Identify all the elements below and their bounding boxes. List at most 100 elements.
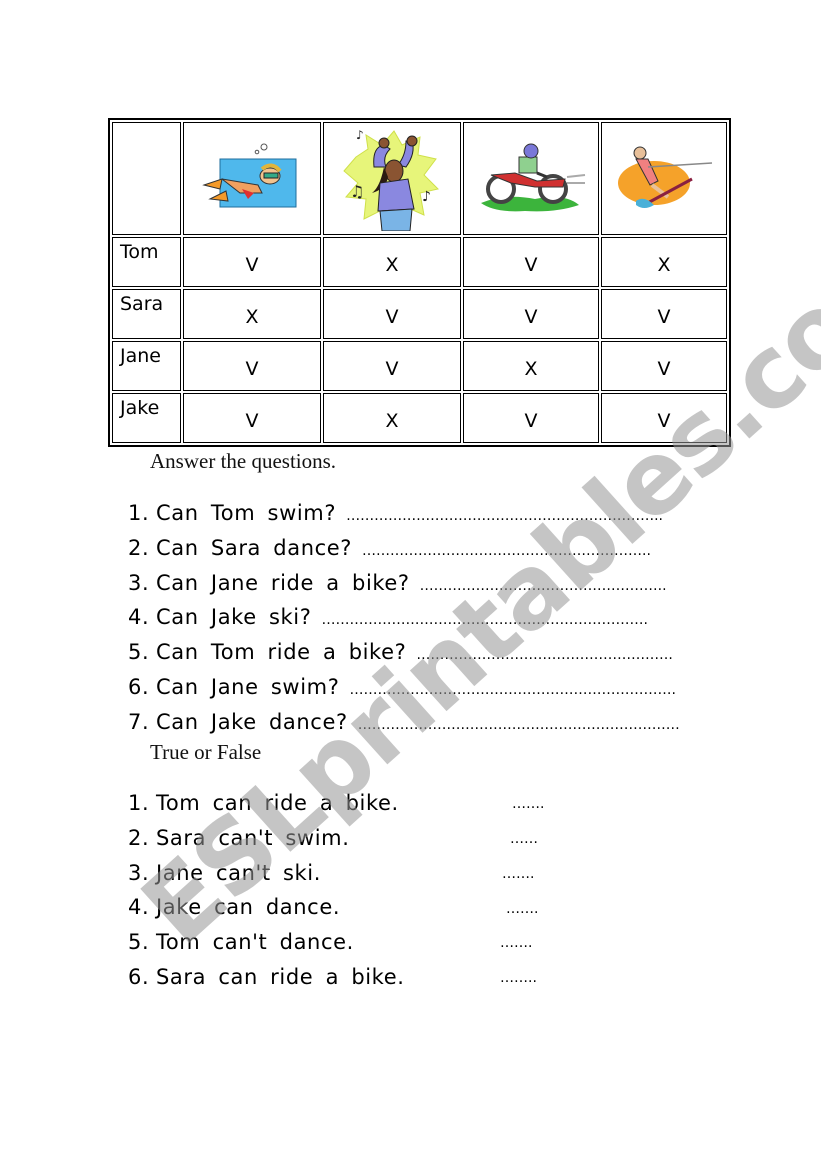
mark-cell: V [601,289,727,339]
true-false-title: True or False [150,740,262,764]
statement-text: Tom can't dance. [156,930,354,955]
table-row: Jake V X V V [112,393,727,443]
mark: V [657,306,671,328]
corner-cell [112,122,181,235]
mark: V [385,306,399,328]
mark: V [524,306,538,328]
mark: X [245,306,259,328]
question-number: 4. [128,605,150,630]
table-row: Jane V V X V [112,341,727,391]
row-name: Jake [112,393,181,443]
mark: V [524,410,538,432]
answer-blank[interactable]: ………………………………………………. [416,647,672,663]
mark: V [385,358,399,380]
table-row: Tom V X V X [112,237,727,287]
answer-blank[interactable]: ……………………………………………………………. [349,682,675,698]
tf-answer-blank[interactable]: ……. [506,901,538,917]
row-name: Jane [112,341,181,391]
question-text: Can Tom swim? [156,501,337,525]
mark-cell: X [323,237,461,287]
mark-cell: V [183,393,321,443]
statement-number: 4. [128,895,150,920]
statement-item: 6. Sara can ride a bike. [128,960,405,995]
table-row: Sara X V V V [112,289,727,339]
question-item: 3. Can Jane ride a bike? ……………………………………………… [128,566,680,601]
dancer-icon: ♪ ♫ ♪ [343,128,439,231]
question-item: 7. Can Jake dance? …………………………………………………………… [128,705,680,740]
tf-answer-blank[interactable]: ……. [512,796,544,812]
statement-number: 3. [128,860,150,885]
mark: V [245,410,259,432]
question-number: 7. [128,709,150,734]
mark: V [657,358,671,380]
statement-text: Sara can't swim. [156,825,350,850]
mark: X [524,358,538,380]
tf-answer-blank[interactable]: …… [510,831,538,847]
statement-text: Sara can ride a bike. [156,964,405,989]
mark: V [245,358,259,380]
question-text: Can Jake dance? [156,709,348,734]
questions-list: 1. Can Tom swim?………………………………………………………….. … [128,496,680,740]
statement-number: 1. [128,791,150,815]
statement-item: 1. Tom can ride a bike. [128,786,405,821]
header-dance: ♪ ♫ ♪ [323,122,461,235]
question-text: Can Sara dance? [156,535,353,560]
water-skier-icon [618,146,713,208]
mark: X [385,410,399,432]
question-item: 4. Can Jake ski? ……………………………………………………………. [128,600,680,635]
row-name: Sara [112,289,181,339]
statement-number: 6. [128,964,150,989]
swimmer-icon [202,143,297,208]
answer-blank[interactable]: …………………………………………………….. [362,543,651,559]
question-item: 5. Can Tom ride a bike? ………………………………………………… [128,635,680,670]
statement-item: 3. Jane can't ski. [128,856,405,891]
question-number: 2. [128,535,150,560]
header-swim [183,122,321,235]
mark-cell: V [463,393,599,443]
table-header-row: ♪ ♫ ♪ [112,122,727,235]
mark-cell: V [323,341,461,391]
question-number: 6. [128,674,150,699]
statement-item: 4. Jake can dance. [128,890,405,925]
question-text: Can Jane swim? [156,674,340,699]
svg-text:♪: ♪ [356,128,364,142]
mark-cell: V [601,341,727,391]
statement-text: Tom can ride a bike. [156,791,399,815]
svg-text:♫: ♫ [350,182,364,201]
question-text: Can Tom ride a bike? [156,640,407,665]
mark: V [524,254,538,276]
mark-cell: X [601,237,727,287]
mark-cell: V [463,289,599,339]
statement-number: 2. [128,825,150,850]
tf-answer-blank[interactable]: ……. [500,935,532,951]
true-false-list: 1. Tom can ride a bike. 2. Sara can't swim… [128,786,405,995]
question-number: 1. [128,501,150,525]
tf-answer-blank[interactable]: ……. [502,866,534,882]
mark: V [657,410,671,432]
mark: V [245,254,259,276]
answer-blank[interactable]: ……………………………………………………………. [321,612,647,628]
question-text: Can Jake ski? [156,605,312,630]
question-number: 5. [128,640,150,665]
bike-rider-icon [481,143,586,211]
statement-text: Jake can dance. [156,895,341,920]
statement-item: 5. Tom can't dance. [128,925,405,960]
row-name: Tom [112,237,181,287]
question-item: 1. Can Tom swim? ………………………………………………………….. [128,496,680,531]
mark-cell: V [183,341,321,391]
abilities-table: ♪ ♫ ♪ Tom V X V X Sara X V V V Jane V V … [108,118,731,447]
questions-title: Answer the questions. [150,449,337,473]
mark-cell: X [323,393,461,443]
svg-text:♪: ♪ [422,189,431,205]
mark-cell: V [601,393,727,443]
tf-answer-blank[interactable]: …….. [500,970,537,986]
mark-cell: X [463,341,599,391]
statement-number: 5. [128,930,150,955]
answer-blank[interactable]: …………………………………………………………… [358,717,680,733]
answer-blank[interactable]: …………………………………………….. [420,578,667,594]
mark: X [657,254,671,276]
answer-blank[interactable]: ………………………………………………………….. [346,508,663,524]
header-ride-bike [463,122,599,235]
question-number: 3. [128,570,150,595]
worksheet-page: ♪ ♫ ♪ Tom V X V X Sara X V V V Jane V V … [0,0,821,1169]
